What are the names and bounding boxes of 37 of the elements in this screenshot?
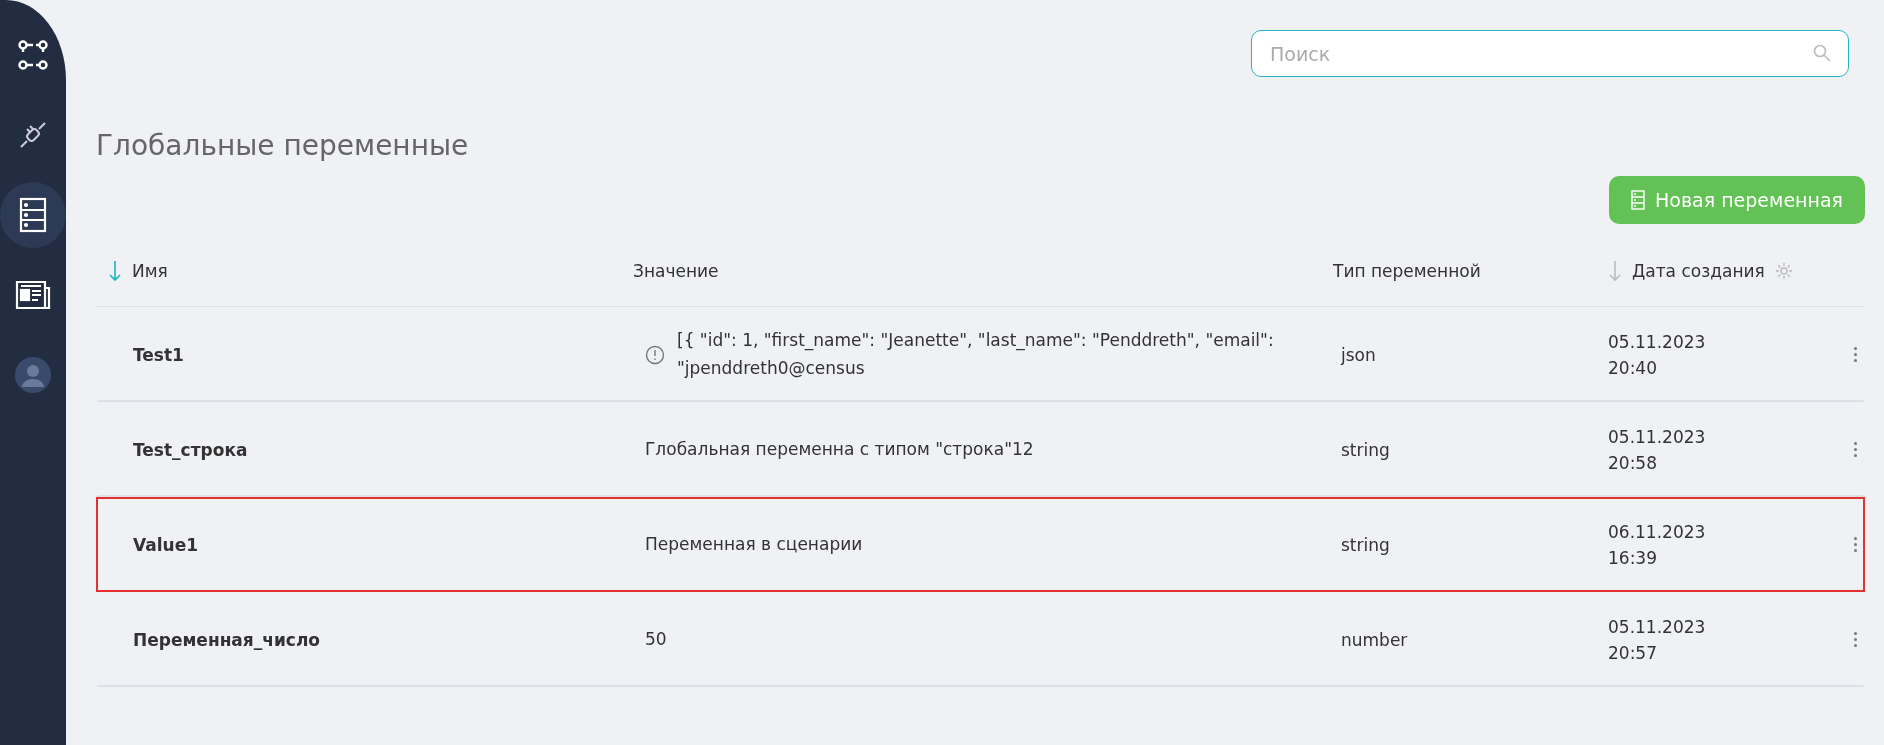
server-icon	[1630, 190, 1645, 210]
column-header: Имя	[132, 261, 168, 281]
search-icon	[1813, 44, 1831, 62]
creation-time: 20:57	[1608, 642, 1657, 663]
variable-name: Test1	[133, 344, 184, 365]
variable-value: Глобальная переменна с типом "строка"12	[645, 437, 1034, 461]
table-row[interactable]: Test1 [{ "id": 1, "first_name": "Jeanette", "last_name": "Penddreth", "email": "jpenddreth0@census json 05.11.2023 20:40	[96, 307, 1865, 402]
variable-name: Value1	[133, 534, 198, 555]
column-header: Тип переменной	[1333, 261, 1481, 281]
variable-value: 50	[645, 627, 667, 651]
creation-time: 20:40	[1608, 357, 1657, 378]
variable-name: Переменная_число	[133, 629, 321, 650]
creation-time: 16:39	[1608, 547, 1657, 568]
creation-date: 05.11.2023	[1608, 331, 1706, 352]
variable-type: string	[1341, 439, 1390, 460]
table-row[interactable]: Переменная_число 50 number 05.11.2023 20:57	[96, 592, 1865, 687]
graph-icon	[17, 39, 49, 71]
table-row[interactable]: Value1 Переменная в сценарии string 06.11.2023 16:39	[96, 497, 1865, 592]
creation-date: 05.11.2023	[1608, 426, 1706, 447]
search-field[interactable]: Поиск	[1251, 30, 1849, 77]
creation-date: 05.11.2023	[1608, 616, 1706, 637]
variable-name: Test_строка	[133, 439, 248, 460]
creation-date: 06.11.2023	[1608, 521, 1706, 542]
page-title: Глобальные переменные	[96, 129, 470, 162]
variable-type: string	[1341, 534, 1390, 555]
newspaper-icon	[15, 280, 51, 310]
column-header: Дата создания	[1632, 261, 1765, 281]
variable-value: Переменная в сценарии	[645, 532, 863, 556]
variable-type: number	[1341, 629, 1408, 650]
table-row[interactable]: Test_строка Глобальная переменна с типом "строка"12 string 05.11.2023 20:58	[96, 402, 1865, 497]
server-icon	[19, 197, 47, 233]
creation-time: 20:58	[1608, 452, 1657, 473]
column-header: Значение	[633, 261, 719, 281]
variable-value: [{ "id": 1, "first_name": "Jeanette", "last_name": "Penddreth", "email": "jpenddreth0@census	[677, 329, 1275, 380]
variable-type: json	[1341, 344, 1376, 365]
sort-arrow-icon[interactable]	[108, 260, 122, 282]
user-avatar-icon	[15, 357, 51, 393]
